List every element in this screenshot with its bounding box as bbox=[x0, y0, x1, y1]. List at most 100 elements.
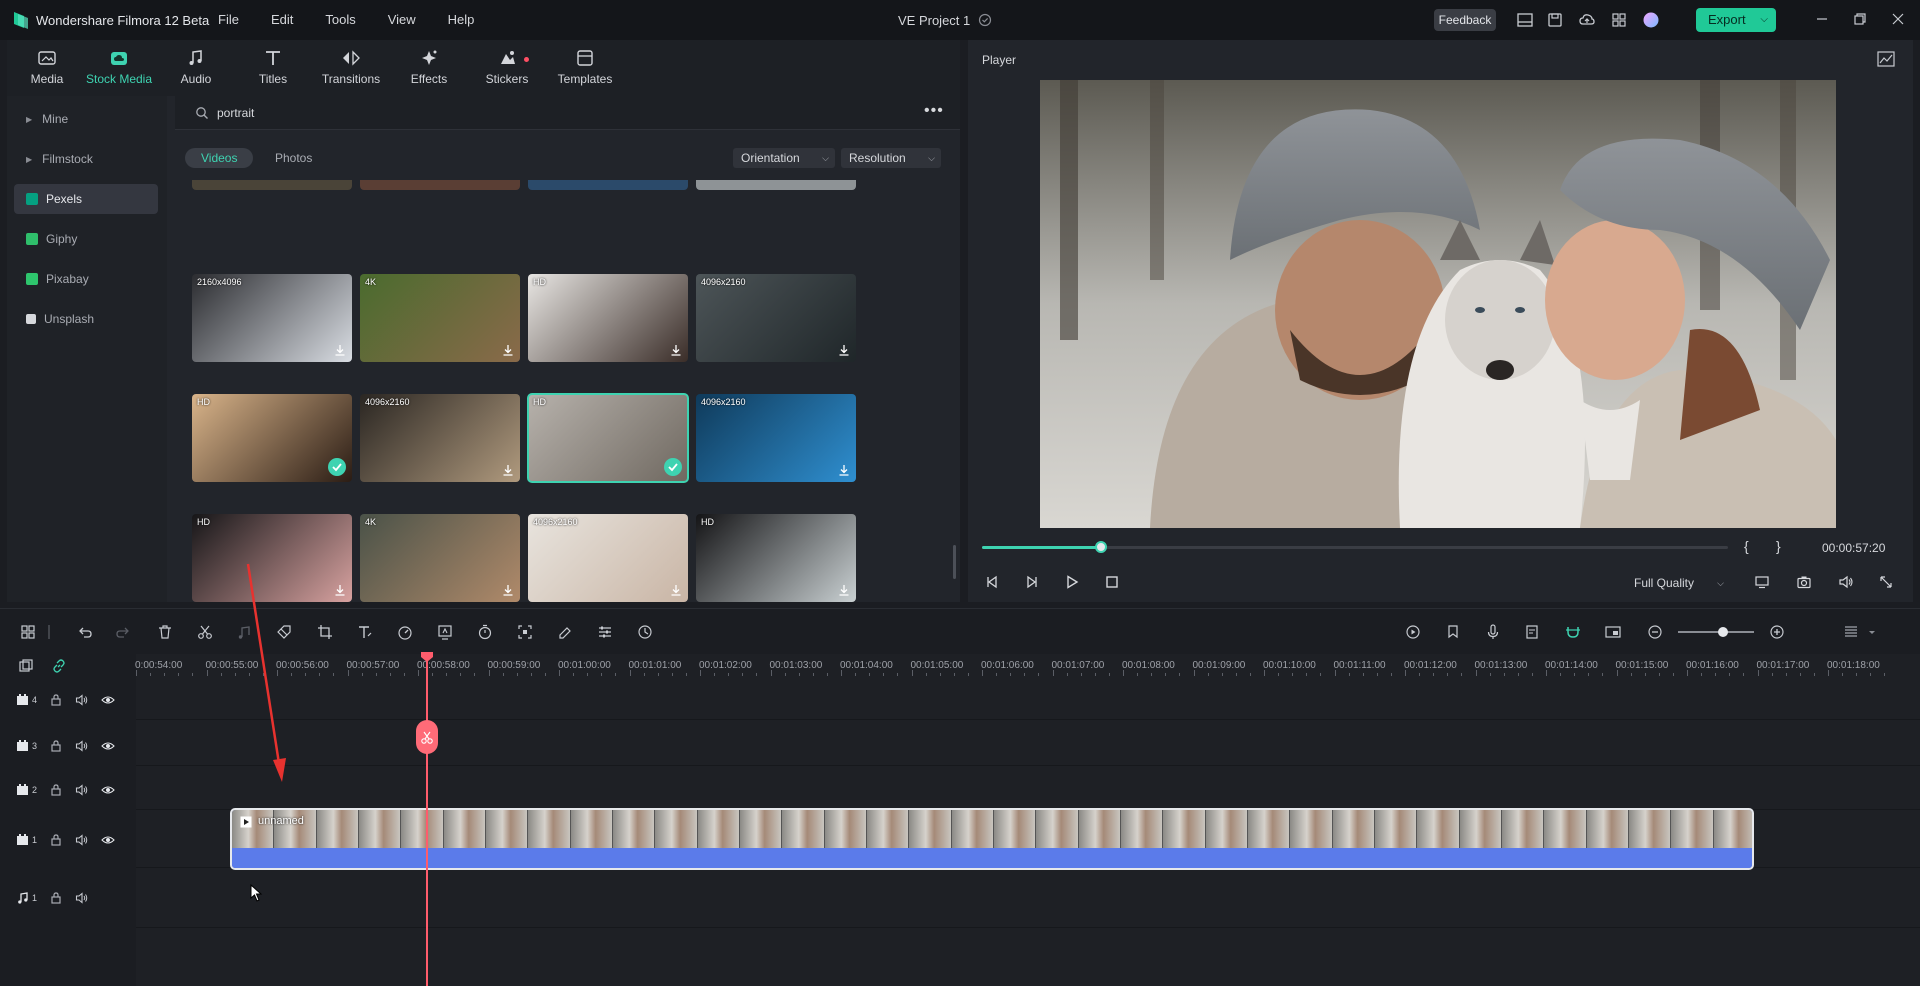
stop-icon[interactable] bbox=[1104, 574, 1120, 590]
download-icon[interactable] bbox=[502, 344, 514, 356]
resolution-dropdown[interactable]: Resolution ⌵ bbox=[841, 148, 941, 168]
stock-thumbnail[interactable] bbox=[696, 180, 856, 190]
tab-titles[interactable]: Titles bbox=[239, 48, 307, 86]
account-avatar-icon[interactable] bbox=[1642, 11, 1660, 29]
zoom-slider[interactable] bbox=[1678, 631, 1754, 633]
preview-quality-dropdown[interactable]: Full Quality ⌵ bbox=[1626, 573, 1730, 593]
time-ruler[interactable]: 0:00:54:00 00:00:55:00 00:00:56:00 00:00:57… bbox=[135, 654, 1920, 676]
pip-icon[interactable] bbox=[1604, 623, 1622, 641]
export-button[interactable]: Export ⌵ bbox=[1696, 8, 1776, 32]
progress-handle[interactable] bbox=[1095, 541, 1108, 553]
stock-thumbnail[interactable]: HD bbox=[527, 393, 689, 483]
tab-media[interactable]: Media bbox=[13, 48, 81, 86]
download-icon[interactable] bbox=[502, 464, 514, 476]
lock-icon[interactable] bbox=[49, 833, 63, 847]
eye-icon[interactable] bbox=[101, 693, 115, 707]
track-video-2[interactable] bbox=[136, 766, 1920, 810]
zoom-slider-handle[interactable] bbox=[1718, 627, 1728, 637]
sidebar-item-giphy[interactable]: Giphy bbox=[14, 224, 158, 254]
video-clip[interactable]: unnamed bbox=[230, 808, 1754, 870]
redo-icon[interactable] bbox=[114, 623, 132, 641]
feedback-button[interactable]: Feedback bbox=[1434, 9, 1496, 31]
download-icon[interactable] bbox=[670, 584, 682, 596]
speaker-icon[interactable] bbox=[75, 783, 89, 797]
microphone-icon[interactable] bbox=[1484, 623, 1502, 641]
stock-thumbnail[interactable]: HD bbox=[528, 274, 688, 362]
stock-thumbnail[interactable]: 4K bbox=[360, 274, 520, 362]
download-icon[interactable] bbox=[838, 464, 850, 476]
scopes-icon[interactable] bbox=[1877, 51, 1895, 67]
speaker-icon[interactable] bbox=[75, 693, 89, 707]
playhead-handle[interactable] bbox=[421, 652, 433, 662]
tab-transitions[interactable]: Transitions bbox=[317, 48, 385, 86]
color-match-icon[interactable] bbox=[556, 623, 574, 641]
audio-mixer-icon[interactable] bbox=[1524, 623, 1542, 641]
video-preview[interactable] bbox=[1040, 80, 1836, 528]
undo-icon[interactable] bbox=[76, 623, 94, 641]
stock-thumbnail[interactable]: 4096x2160 bbox=[696, 274, 856, 362]
previous-frame-icon[interactable] bbox=[984, 574, 1000, 590]
zoom-out-icon[interactable] bbox=[1646, 623, 1664, 641]
stock-thumbnail[interactable]: 4096x2160 bbox=[360, 394, 520, 482]
grid-apps-icon[interactable] bbox=[1610, 11, 1628, 29]
zoom-in-icon[interactable] bbox=[1768, 623, 1786, 641]
playhead[interactable] bbox=[426, 654, 428, 986]
crop-icon[interactable] bbox=[316, 623, 334, 641]
lock-icon[interactable] bbox=[49, 891, 63, 905]
sidebar-item-pexels[interactable]: Pexels bbox=[14, 184, 158, 214]
playback-progress-bar[interactable] bbox=[982, 541, 1728, 553]
mark-in-button[interactable]: { bbox=[1744, 538, 1749, 554]
green-screen-icon[interactable] bbox=[436, 623, 454, 641]
menu-view[interactable]: View bbox=[388, 12, 416, 27]
layout-switch-icon[interactable] bbox=[19, 623, 37, 641]
minimize-icon[interactable] bbox=[1814, 11, 1830, 27]
download-icon[interactable] bbox=[838, 344, 850, 356]
track-audio-1[interactable] bbox=[136, 868, 1920, 928]
layout-icon[interactable] bbox=[1516, 11, 1534, 29]
tab-stock-media[interactable]: Stock Media bbox=[85, 48, 153, 86]
tab-templates[interactable]: Templates bbox=[551, 48, 619, 86]
stock-thumbnail[interactable]: HD bbox=[696, 514, 856, 602]
split-scissors-icon[interactable] bbox=[196, 623, 214, 641]
speed-icon[interactable] bbox=[396, 623, 414, 641]
eye-icon[interactable] bbox=[101, 783, 115, 797]
results-scrollbar[interactable] bbox=[953, 545, 956, 579]
play-icon[interactable] bbox=[1064, 574, 1080, 590]
text-tool-icon[interactable] bbox=[356, 623, 374, 641]
download-icon[interactable] bbox=[670, 344, 682, 356]
track-height-icon[interactable] bbox=[1842, 623, 1860, 641]
cloud-upload-icon[interactable] bbox=[1578, 11, 1596, 29]
render-preview-icon[interactable] bbox=[1404, 623, 1422, 641]
stock-thumbnail[interactable] bbox=[360, 180, 520, 190]
delete-icon[interactable] bbox=[156, 623, 174, 641]
restore-icon[interactable] bbox=[1852, 11, 1868, 27]
menu-help[interactable]: Help bbox=[448, 12, 475, 27]
sidebar-item-pixabay[interactable]: Pixabay bbox=[14, 264, 158, 294]
split-marker[interactable] bbox=[416, 720, 438, 754]
filter-videos-tab[interactable]: Videos bbox=[185, 148, 254, 168]
adjust-sliders-icon[interactable] bbox=[596, 623, 614, 641]
menu-edit[interactable]: Edit bbox=[271, 12, 293, 27]
link-icon[interactable] bbox=[51, 658, 67, 674]
lock-icon[interactable] bbox=[49, 783, 63, 797]
download-icon[interactable] bbox=[334, 344, 346, 356]
tab-stickers[interactable]: Stickers bbox=[473, 48, 541, 86]
close-icon[interactable] bbox=[1890, 11, 1906, 27]
ai-tool-icon[interactable] bbox=[636, 623, 654, 641]
eye-icon[interactable] bbox=[101, 739, 115, 753]
stock-thumbnail[interactable]: 4K bbox=[360, 514, 520, 602]
stock-thumbnail[interactable] bbox=[528, 180, 688, 190]
speaker-icon[interactable] bbox=[75, 891, 89, 905]
more-options-icon[interactable]: ••• bbox=[924, 103, 943, 121]
speaker-icon[interactable] bbox=[75, 833, 89, 847]
stock-thumbnail[interactable] bbox=[192, 180, 352, 190]
download-icon[interactable] bbox=[502, 584, 514, 596]
volume-icon[interactable] bbox=[1838, 574, 1854, 590]
menu-file[interactable]: File bbox=[218, 12, 239, 27]
speaker-icon[interactable] bbox=[75, 739, 89, 753]
snap-magnet-icon[interactable] bbox=[1564, 623, 1582, 641]
eye-icon[interactable] bbox=[101, 833, 115, 847]
fit-frame-icon[interactable] bbox=[516, 623, 534, 641]
tab-effects[interactable]: Effects bbox=[395, 48, 463, 86]
track-video-4[interactable] bbox=[136, 678, 1920, 720]
